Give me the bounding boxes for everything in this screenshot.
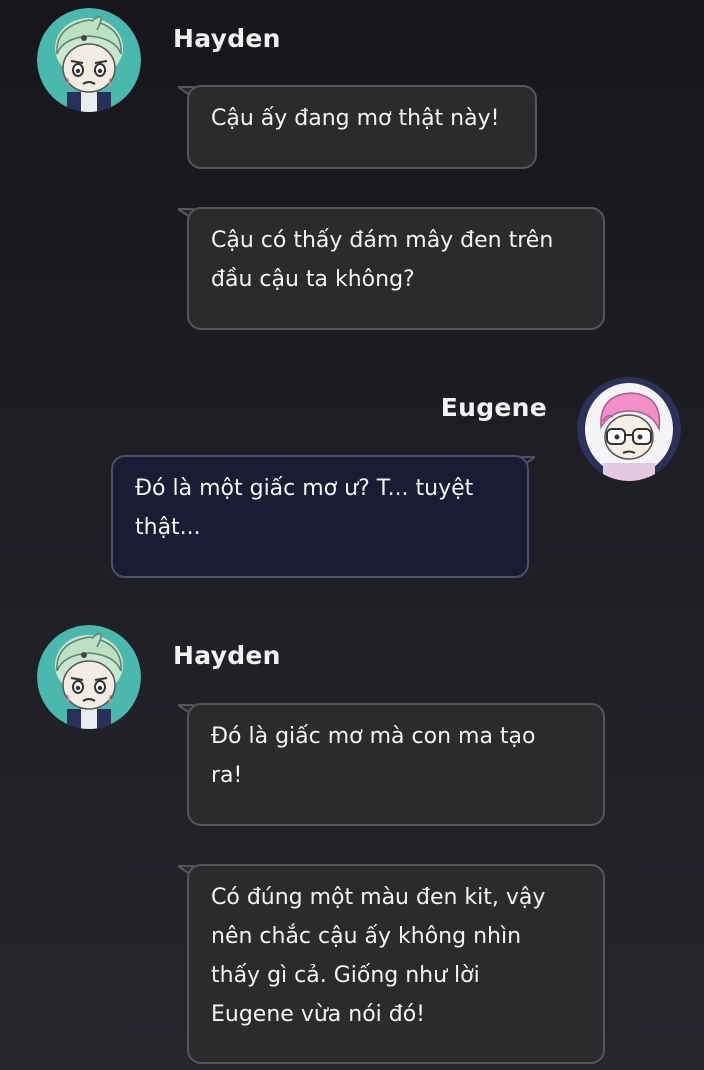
sender-name: Hayden [173, 641, 281, 670]
message-text: nên chắc cậu ấy không nhìn [211, 924, 522, 949]
hayden-avatar[interactable] [37, 8, 141, 112]
message-text: Đó là giấc mơ mà con ma tạo [211, 724, 536, 749]
message-text: Có đúng một màu đen kit, vậy [211, 885, 546, 910]
message-bubble: Cậu có thấy đám mây đen trên đầu cậu ta … [187, 207, 605, 330]
message-text: Eugene vừa nói đó! [211, 1002, 426, 1027]
message-bubble: Đó là một giấc mơ ư? T... tuyệt thật... [111, 455, 529, 578]
message-text: thật... [135, 515, 201, 540]
chat-thread: Hayden Cậu ấy đang mơ thật này! Cậu có t… [0, 0, 704, 1070]
message-bubble: Đó là giấc mơ mà con ma tạo ra! [187, 703, 605, 826]
message-bubble: Có đúng một màu đen kit, vậy nên chắc cậ… [187, 864, 605, 1064]
message-text: thấy gì cả. Giống như lời [211, 963, 480, 988]
message-text: ra! [211, 763, 243, 788]
message-text: Cậu ấy đang mơ thật này! [211, 106, 500, 131]
sender-name: Eugene [440, 393, 547, 422]
message-text: Đó là một giấc mơ ư? T... tuyệt [135, 476, 474, 501]
hayden-avatar[interactable] [37, 625, 141, 729]
eugene-avatar[interactable] [577, 377, 681, 481]
message-text: đầu cậu ta không? [211, 267, 415, 292]
sender-name: Hayden [173, 24, 281, 53]
message-text: Cậu có thấy đám mây đen trên [211, 228, 554, 253]
message-bubble: Cậu ấy đang mơ thật này! [187, 85, 537, 169]
